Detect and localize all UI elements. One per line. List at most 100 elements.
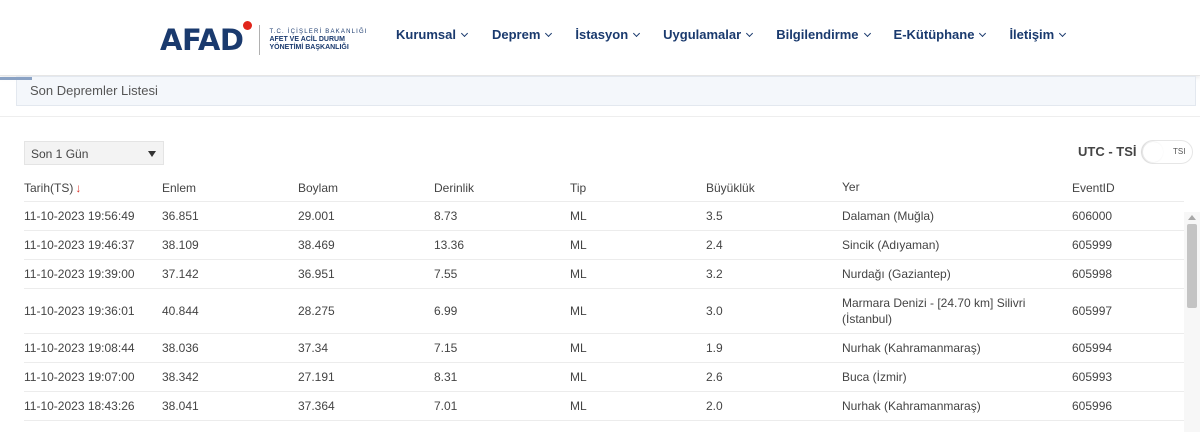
nav-item-deprem[interactable]: Deprem [491,27,553,42]
time-range-select[interactable]: Son 1 Gün [24,141,164,165]
nav-item-e-kutuphane[interactable]: E-Kütüphane [893,27,987,42]
page-title: Son Depremler Listesi [30,83,158,98]
cell-type: ML [570,238,587,252]
cell-latitude: 36.851 [162,209,199,223]
nav-label: Uygulamalar [663,27,742,42]
logo-line-3: YÖNETİMİ BAŞKANLIĞI [269,43,349,51]
cell-magnitude: 1.9 [706,341,723,355]
cell-eventid: 605997 [1072,304,1113,318]
cell-longitude: 37.34 [298,341,329,355]
column-header-eventid[interactable]: EventID [1072,181,1184,195]
cell-type: ML [570,267,587,281]
cell-latitude: 38.041 [162,399,199,413]
column-header-depth[interactable]: Derinlik [434,181,570,195]
cell-date: 11-10-2023 19:07:00 [24,370,135,384]
chevron-down-icon [460,29,469,37]
nav-item-kurumsal[interactable]: Kurumsal [396,27,469,42]
cell-type: ML [570,399,587,413]
column-header-longitude[interactable]: Boylam [298,181,434,195]
table-row[interactable]: 11-10-2023 19:36:01 40.844 28.275 6.99 M… [24,289,1184,334]
page-title-box: Son Depremler Listesi [16,76,1196,106]
cell-longitude: 27.191 [298,370,335,384]
cell-date: 11-10-2023 18:43:26 [24,399,135,413]
cell-longitude: 38.469 [298,238,335,252]
cell-eventid: 606000 [1072,209,1113,223]
title-accent [0,77,32,80]
cell-date: 11-10-2023 19:56:49 [24,209,135,223]
chevron-down-icon [633,29,641,37]
cell-latitude: 38.036 [162,341,199,355]
chevron-down-icon [1059,29,1067,37]
nav-label: E-Kütüphane [893,27,975,42]
cell-date: 11-10-2023 19:39:00 [24,267,135,281]
toggle-label: TSI [1173,147,1186,156]
cell-eventid: 605994 [1072,341,1113,355]
table-row[interactable]: 11-10-2023 18:43:26 38.041 37.364 7.01 M… [24,392,1184,421]
cell-location: Dalaman (Muğla) [842,208,935,223]
cell-magnitude: 3.0 [706,304,723,318]
scroll-thumb[interactable] [1187,224,1197,308]
cell-depth: 6.99 [434,304,458,318]
divider [0,116,1200,117]
logo-line-1: T.C. İÇİŞLERİ BAKANLIĞI [269,29,368,35]
time-range-value: Son 1 Gün [31,147,89,161]
cell-depth: 13.36 [434,238,465,252]
cell-date: 11-10-2023 19:08:44 [24,341,135,355]
cell-location: Sincik (Adıyaman) [842,237,940,252]
nav-item-bilgilendirme[interactable]: Bilgilendirme [776,27,871,42]
cell-magnitude: 2.4 [706,238,723,252]
chevron-down-icon [746,29,754,37]
sort-down-icon: ↓ [75,180,82,195]
table-header: Tarih(TS) ↓ Enlem Boylam Derinlik Tip Büy… [24,174,1184,202]
earthquake-table: Tarih(TS) ↓ Enlem Boylam Derinlik Tip Büy… [24,174,1184,421]
nav-label: İstasyon [575,27,629,42]
toggle-knob [1143,142,1163,162]
cell-latitude: 40.844 [162,304,199,318]
scroll-up-icon[interactable] [1188,215,1196,220]
cell-eventid: 605996 [1072,399,1113,413]
nav-label: Bilgilendirme [776,27,859,42]
logo-dot [243,21,253,30]
table-row[interactable]: 11-10-2023 19:39:00 37.142 36.951 7.55 M… [24,260,1184,289]
cell-location: Nurdağı (Gaziantep) [842,266,951,281]
column-header-magnitude[interactable]: Büyüklük [706,181,842,195]
table-row[interactable]: 11-10-2023 19:08:44 38.036 37.34 7.15 ML… [24,334,1184,363]
column-header-latitude[interactable]: Enlem [162,181,298,195]
table-row[interactable]: 11-10-2023 19:56:49 36.851 29.001 8.73 M… [24,202,1184,231]
chevron-down-icon [545,29,553,37]
chevron-down-icon [863,29,871,37]
cell-magnitude: 3.5 [706,209,723,223]
nav-label: İletişim [1009,27,1055,42]
cell-location: Buca (İzmir) [842,369,907,384]
nav-item-uygulamalar[interactable]: Uygulamalar [663,27,754,42]
cell-depth: 8.31 [434,370,458,384]
cell-depth: 8.73 [434,209,458,223]
afad-logo[interactable]: AFAD T.C. İÇİŞLERİ BAKANLIĞI AFET VE ACİ… [160,20,368,60]
table-row[interactable]: 11-10-2023 19:46:37 38.109 38.469 13.36 … [24,231,1184,260]
nav-label: Deprem [491,27,541,42]
cell-depth: 7.55 [434,267,458,281]
logo-text: T.C. İÇİŞLERİ BAKANLIĞI AFET VE ACİL DUR… [269,29,367,51]
cell-latitude: 38.109 [162,238,199,252]
cell-eventid: 605998 [1072,267,1113,281]
column-header-location[interactable]: Yer [842,179,1072,195]
cell-eventid: 605993 [1072,370,1113,384]
column-header-date[interactable]: Tarih(TS) ↓ [24,181,162,195]
nav-item-iletisim[interactable]: İletişim [1009,27,1067,42]
table-scrollbar[interactable] [1184,212,1200,432]
table-row[interactable]: 11-10-2023 19:07:00 38.342 27.191 8.31 M… [24,363,1184,392]
cell-type: ML [570,341,587,355]
cell-latitude: 37.142 [162,267,199,281]
main-nav: Kurumsal Deprem İstasyon Uygulamalar Bil… [396,27,1067,42]
nav-item-istasyon[interactable]: İstasyon [575,27,641,42]
cell-magnitude: 3.2 [706,267,723,281]
timezone-toggle[interactable]: TSI [1141,140,1193,164]
cell-longitude: 37.364 [298,399,335,413]
timezone-label: UTC - TSİ [1078,144,1137,159]
column-header-type[interactable]: Tip [570,181,706,195]
cell-depth: 7.01 [434,399,458,413]
cell-type: ML [570,304,587,318]
logo-mark: AFAD [160,21,253,57]
cell-type: ML [570,209,587,223]
logo-line-2: AFET VE ACİL DURUM [269,36,345,44]
